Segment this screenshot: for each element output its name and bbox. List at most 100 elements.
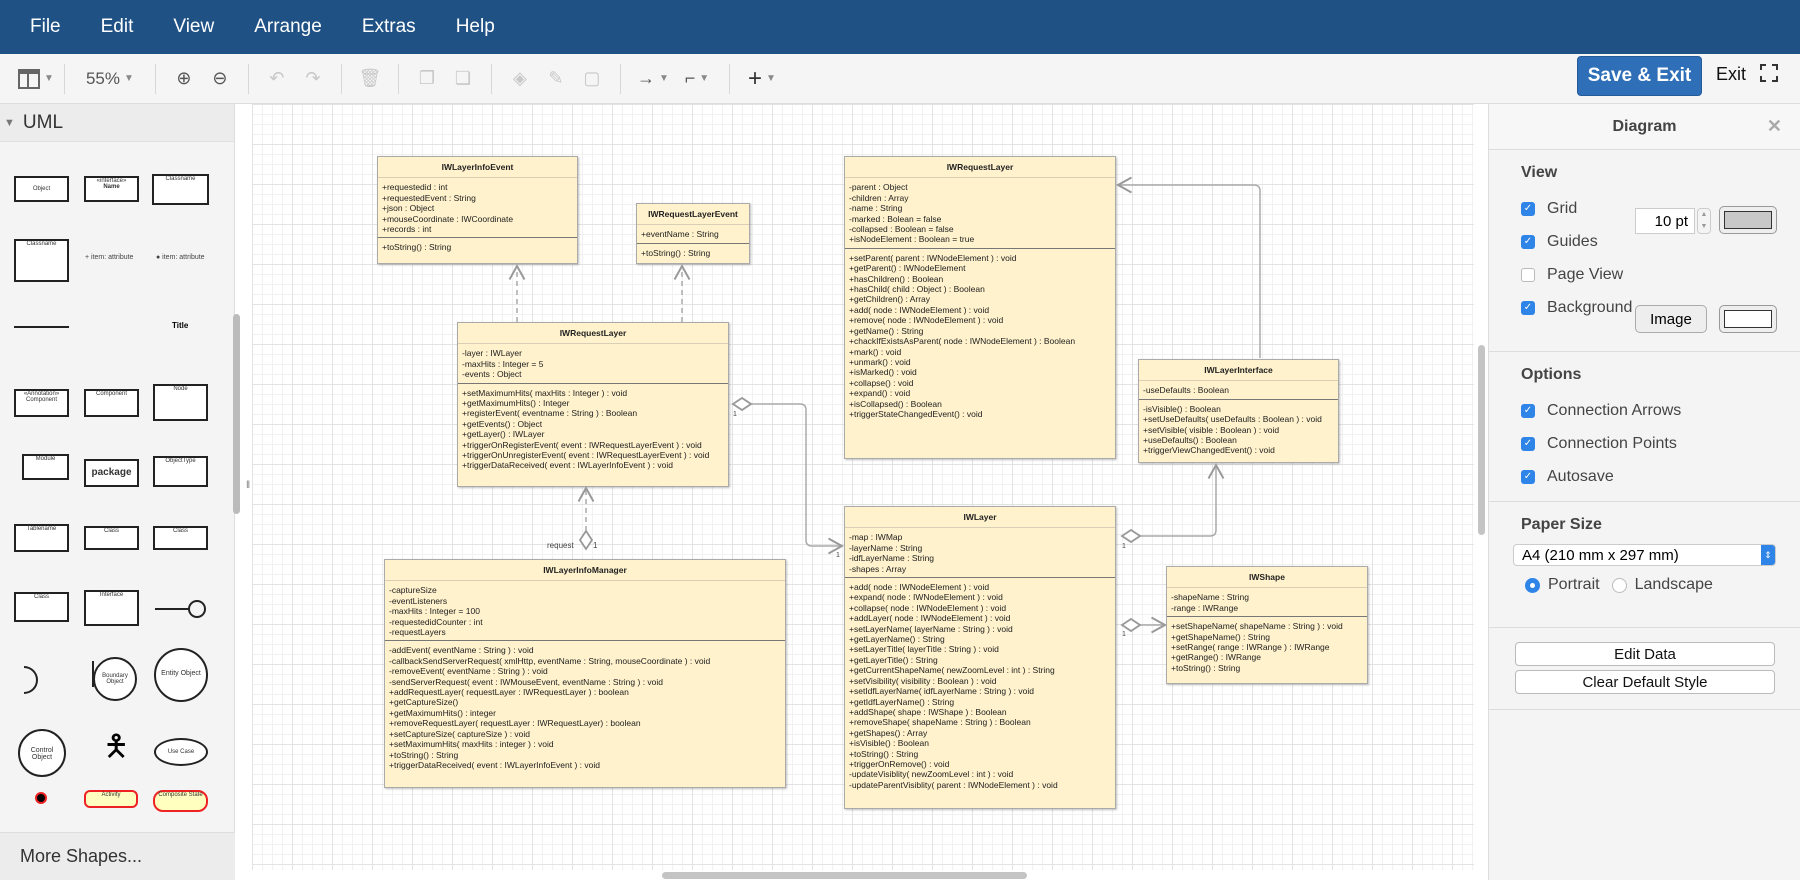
edit-data-button[interactable]: Edit Data bbox=[1515, 642, 1775, 666]
menu-edit[interactable]: Edit bbox=[101, 16, 134, 38]
grid-color-button[interactable] bbox=[1719, 206, 1777, 234]
menu-extras[interactable]: Extras bbox=[362, 16, 416, 38]
connection-style-button[interactable]: → ▼ bbox=[631, 61, 675, 97]
format-panel-button[interactable]: ▼ bbox=[18, 61, 54, 97]
connection-points-option[interactable]: ✓ Connection Points bbox=[1521, 427, 1800, 460]
shadow-button[interactable]: ▢ bbox=[574, 61, 610, 97]
more-shapes-button[interactable]: More Shapes... bbox=[0, 832, 235, 880]
exit-button[interactable]: Exit bbox=[1716, 64, 1746, 85]
canvas-vertical-scrollbar[interactable] bbox=[1478, 345, 1485, 535]
to-back-button[interactable]: ❏ bbox=[445, 61, 481, 97]
grid-size-input[interactable] bbox=[1635, 208, 1695, 234]
uml-class-iwlayerinfomanager[interactable]: IWLayerInfoManager -captureSize -eventList… bbox=[384, 559, 786, 788]
class-operation: +setCaptureSize( captureSize ) : void bbox=[389, 728, 531, 739]
clear-default-style-button[interactable]: Clear Default Style bbox=[1515, 670, 1775, 694]
portrait-radio[interactable] bbox=[1525, 577, 1540, 593]
page-view-option[interactable]: Page View bbox=[1521, 258, 1800, 291]
grid-checkbox[interactable]: ✓ bbox=[1521, 201, 1535, 216]
shape-package[interactable]: package bbox=[84, 459, 139, 487]
fill-color-button[interactable]: ◈ bbox=[502, 61, 538, 97]
shape-module[interactable]: Module bbox=[22, 454, 69, 480]
class-operation: +getMaximumHits() : Integer bbox=[462, 398, 570, 409]
shape-line[interactable] bbox=[14, 326, 69, 328]
shape-title[interactable]: Title bbox=[172, 321, 188, 330]
shape-class-fields[interactable]: Classname bbox=[14, 239, 69, 282]
paper-size-section: Paper Size A4 (210 mm x 297 mm) ⇕ Portra… bbox=[1489, 502, 1800, 628]
autosave-checkbox[interactable]: ✓ bbox=[1521, 469, 1535, 484]
undo-button[interactable]: ↶ bbox=[259, 61, 295, 97]
class-operation: +unmark() : void bbox=[849, 356, 911, 367]
shape-object[interactable]: Object bbox=[14, 176, 69, 202]
shape-class-1[interactable]: Class bbox=[84, 526, 139, 550]
menu-help[interactable]: Help bbox=[456, 16, 495, 38]
shape-class-2[interactable]: Class bbox=[153, 526, 208, 550]
sidebar-splitter-handle[interactable]: ‖ bbox=[246, 480, 250, 491]
paper-size-select[interactable]: A4 (210 mm x 297 mm) ⇕ bbox=[1513, 544, 1776, 566]
guides-checkbox[interactable]: ✓ bbox=[1521, 234, 1535, 249]
shape-composite-state[interactable]: Composite State bbox=[153, 790, 208, 812]
waypoints-button[interactable]: ⌐ ▼ bbox=[675, 61, 719, 97]
shape-classname[interactable]: Classname bbox=[152, 174, 209, 205]
shape-interface[interactable]: «interface» Name bbox=[84, 176, 139, 202]
uml-class-iwrequestlayerevent[interactable]: IWRequestLayerEvent +eventName : String +t… bbox=[636, 203, 750, 264]
shape-attribute-icon[interactable]: ● item: attribute bbox=[156, 254, 205, 261]
shape-control-object[interactable]: Control Object bbox=[18, 729, 66, 777]
class-operation: +getMaximumHits() : integer bbox=[389, 707, 496, 718]
zoom-in-button[interactable]: ⊕ bbox=[166, 61, 202, 97]
to-front-button[interactable]: ❐ bbox=[409, 61, 445, 97]
shape-required-interface[interactable] bbox=[24, 666, 38, 694]
background-image-button[interactable]: Image bbox=[1635, 305, 1707, 333]
shape-entity-object[interactable]: Entity Object bbox=[154, 648, 208, 702]
fullscreen-icon[interactable] bbox=[1760, 64, 1778, 82]
connection-points-checkbox[interactable]: ✓ bbox=[1521, 436, 1535, 451]
shape-table[interactable]: Tablename bbox=[14, 524, 69, 552]
class-operation: +triggerDataReceived( event : IWLayerInf… bbox=[389, 759, 600, 770]
shape-object-type[interactable]: ObjectType bbox=[153, 456, 208, 487]
connection-arrows-option[interactable]: ✓ Connection Arrows bbox=[1521, 394, 1800, 427]
uml-class-iwlayer[interactable]: IWLayer -map : IWMap -layerName : String -i… bbox=[844, 506, 1116, 809]
autosave-option[interactable]: ✓ Autosave bbox=[1521, 460, 1800, 493]
sidebar-scrollbar[interactable] bbox=[233, 314, 240, 514]
shape-actor[interactable]: 🯅 bbox=[103, 722, 129, 772]
canvas-horizontal-scrollbar[interactable] bbox=[662, 872, 1027, 879]
delete-button[interactable]: 🗑 bbox=[352, 61, 388, 97]
save-exit-button[interactable]: Save & Exit bbox=[1577, 56, 1702, 96]
class-operation: +getShapeName() : String bbox=[1171, 631, 1270, 642]
shape-boundary-object[interactable]: Boundary Object bbox=[93, 657, 137, 701]
class-attributes: -layer : IWLayer -maxHits : Integer = 5 -e… bbox=[458, 344, 728, 382]
shape-node[interactable]: Node bbox=[153, 384, 208, 421]
menu-view[interactable]: View bbox=[173, 16, 214, 38]
menu-file[interactable]: File bbox=[30, 16, 61, 38]
uml-class-iwshape[interactable]: IWShape -shapeName : String -range : IWRan… bbox=[1166, 566, 1368, 684]
uml-class-iwrequestlayer[interactable]: IWRequestLayer -layer : IWLayer -maxHits :… bbox=[457, 322, 729, 487]
background-checkbox[interactable]: ✓ bbox=[1521, 300, 1535, 315]
class-operation: +removeRequestLayer( requestLayer : IWRe… bbox=[389, 718, 641, 729]
shape-interface-2[interactable]: Interface bbox=[84, 590, 139, 626]
zoom-select[interactable]: 55% ▼ bbox=[75, 61, 145, 97]
shape-use-case[interactable]: Use Case bbox=[154, 738, 208, 766]
uml-class-iwrequestlayer[interactable]: IWRequestLayer -parent : Object -children … bbox=[844, 156, 1116, 459]
shape-activity[interactable]: Activity bbox=[84, 790, 138, 808]
shape-lollipop[interactable] bbox=[155, 608, 190, 610]
insert-button[interactable]: + ▼ bbox=[740, 61, 784, 97]
uml-section-header[interactable]: ▼ UML bbox=[0, 104, 234, 142]
landscape-radio[interactable] bbox=[1611, 577, 1627, 593]
shape-attribute[interactable]: + item: attribute bbox=[85, 254, 133, 261]
class-operation: +getName() : String bbox=[849, 325, 924, 336]
shape-class-3[interactable]: Class bbox=[14, 592, 69, 622]
menu-arrange[interactable]: Arrange bbox=[254, 16, 322, 38]
background-color-button[interactable] bbox=[1719, 305, 1777, 333]
redo-button[interactable]: ↷ bbox=[295, 61, 331, 97]
connection-arrows-checkbox[interactable]: ✓ bbox=[1521, 403, 1535, 418]
close-icon[interactable]: ✕ bbox=[1767, 116, 1782, 137]
zoom-out-button[interactable]: ⊖ bbox=[202, 61, 238, 97]
shape-initial-state[interactable] bbox=[35, 792, 47, 804]
class-attribute: +isNodeElement : Boolean = true bbox=[849, 234, 975, 245]
shape-component[interactable]: Component bbox=[84, 389, 139, 417]
uml-class-iwlayerinterface[interactable]: IWLayerInterface -useDefaults : Boolean -i… bbox=[1138, 359, 1339, 463]
shape-component-annotation[interactable]: «Annotation» Component bbox=[14, 389, 69, 417]
uml-class-iwlayerinfoevent[interactable]: IWLayerInfoEvent +requestedid : int +reque… bbox=[377, 156, 578, 264]
grid-size-stepper[interactable]: ▲ ▼ bbox=[1697, 208, 1711, 234]
line-color-button[interactable]: ✎ bbox=[538, 61, 574, 97]
page-view-checkbox[interactable] bbox=[1521, 267, 1535, 282]
